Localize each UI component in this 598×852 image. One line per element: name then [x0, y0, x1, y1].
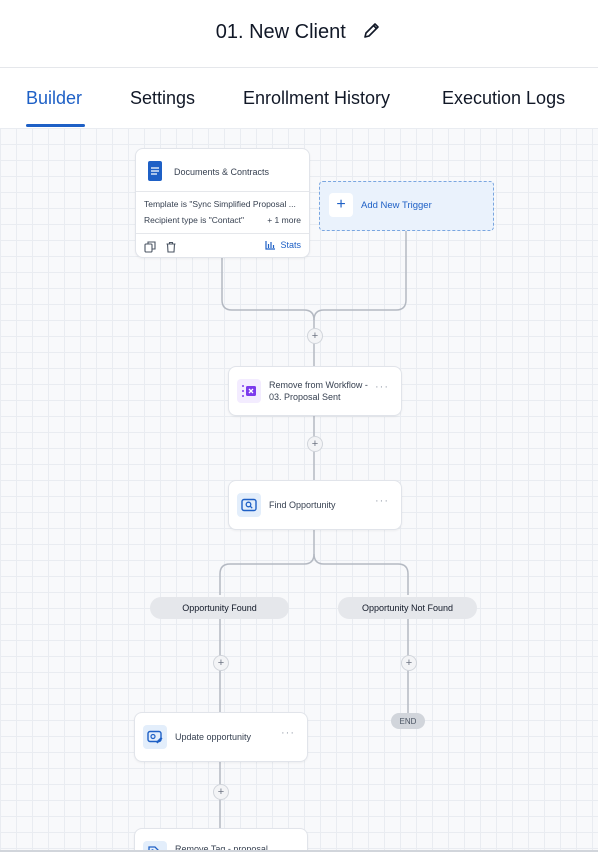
bar-chart-icon [265, 241, 276, 250]
update-opportunity-icon [143, 725, 167, 749]
branch-opportunity-not-found[interactable]: Opportunity Not Found [338, 597, 477, 619]
add-new-trigger-label: Add New Trigger [361, 200, 432, 211]
update-opportunity-node[interactable]: Update opportunity ··· [134, 712, 308, 762]
add-step-button[interactable]: + [401, 655, 417, 671]
add-step-button[interactable]: + [307, 436, 323, 452]
tag-icon [143, 841, 167, 850]
node-label: Find Opportunity [269, 500, 336, 510]
remove-tag-node[interactable]: Remove Tag - proposal [134, 828, 308, 850]
add-step-button[interactable]: + [307, 328, 323, 344]
more-options-icon[interactable]: ··· [375, 381, 389, 393]
pencil-icon[interactable] [362, 20, 382, 45]
tab-enrollment-history[interactable]: Enrollment History [243, 88, 390, 109]
active-tab-indicator [26, 124, 85, 127]
node-label: Remove Tag - proposal [175, 844, 268, 850]
workflow-header: 01. New Client [0, 0, 598, 68]
end-marker: END [391, 713, 425, 729]
more-conditions-link[interactable]: + 1 more [267, 215, 301, 225]
tab-settings[interactable]: Settings [130, 88, 195, 109]
document-icon [146, 161, 164, 186]
more-options-icon[interactable]: ··· [375, 495, 389, 507]
stats-button[interactable]: Stats [265, 240, 301, 250]
trigger-card[interactable]: Documents & Contracts Template is "Sync … [135, 148, 310, 258]
node-label: Update opportunity [175, 732, 252, 742]
trigger-title: Documents & Contracts [174, 167, 270, 177]
divider [136, 233, 309, 234]
find-opportunity-node[interactable]: Find Opportunity ··· [228, 480, 402, 530]
remove-workflow-icon [237, 379, 261, 403]
tab-builder[interactable]: Builder [26, 88, 82, 109]
tab-execution-logs[interactable]: Execution Logs [442, 88, 565, 109]
divider [136, 191, 309, 192]
plus-icon: + [329, 193, 353, 217]
stats-label: Stats [280, 240, 301, 250]
remove-from-workflow-node[interactable]: Remove from Workflow - 03. Proposal Sent… [228, 366, 402, 416]
node-label: Remove from Workflow - 03. Proposal Sent [269, 380, 368, 402]
add-step-button[interactable]: + [213, 655, 229, 671]
branch-opportunity-found[interactable]: Opportunity Found [150, 597, 289, 619]
copy-icon[interactable] [144, 240, 156, 258]
more-options-icon[interactable]: ··· [281, 727, 295, 739]
workflow-title: 01. New Client [215, 21, 346, 43]
add-step-button[interactable]: + [213, 784, 229, 800]
trigger-condition: Recipient type is "Contact" [144, 215, 245, 225]
tab-bar: Builder Settings Enrollment History Exec… [0, 68, 598, 129]
workflow-canvas[interactable]: Documents & Contracts Template is "Sync … [0, 128, 598, 850]
search-opportunity-icon [237, 493, 261, 517]
add-new-trigger-button[interactable]: + Add New Trigger [319, 181, 494, 231]
trash-icon[interactable] [165, 240, 177, 258]
trigger-condition: Template is "Sync Simplified Proposal ..… [144, 199, 296, 209]
